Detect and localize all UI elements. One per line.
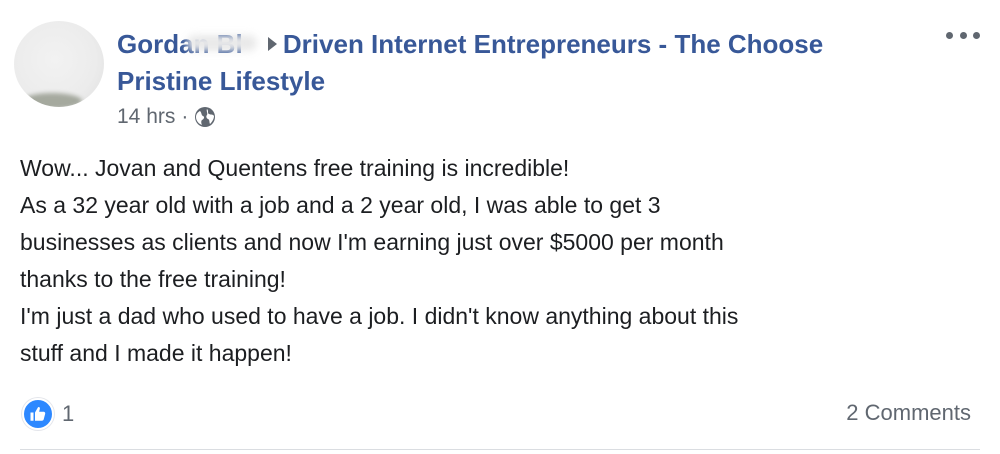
post-body-line: As a 32 year old with a job and a 2 year…	[20, 192, 661, 218]
avatar[interactable]	[14, 21, 104, 107]
post-body: Wow... Jovan and Quentens free training …	[20, 150, 980, 372]
reactions-summary[interactable]: 1	[22, 397, 74, 431]
post-body-line: stuff and I made it happen!	[20, 340, 292, 366]
post-meta: 14 hrs ·	[117, 103, 217, 131]
post-body-line: businesses as clients and now I'm earnin…	[20, 229, 724, 255]
reaction-count: 1	[62, 401, 75, 426]
redacted-name-blur	[186, 35, 257, 52]
comments-count-link[interactable]: 2 Comments	[846, 400, 971, 426]
more-options-icon[interactable]	[946, 22, 980, 48]
arrow-right-icon	[267, 37, 277, 51]
post-header: Gordan Bl Driven Internet Entrepreneurs …	[117, 26, 917, 100]
divider	[20, 449, 980, 450]
post-body-line: Wow... Jovan and Quentens free training …	[20, 155, 570, 181]
globe-icon[interactable]	[193, 105, 217, 129]
post-body-line: thanks to the free training!	[20, 266, 286, 292]
author-name-link[interactable]: Gordan Bl	[117, 29, 257, 59]
post-body-line: I'm just a dad who used to have a job. I…	[20, 303, 739, 329]
post-card: Gordan Bl Driven Internet Entrepreneurs …	[0, 0, 1000, 454]
post-timestamp[interactable]: 14 hrs	[117, 105, 175, 129]
meta-separator: ·	[181, 105, 189, 128]
like-icon	[22, 398, 54, 430]
